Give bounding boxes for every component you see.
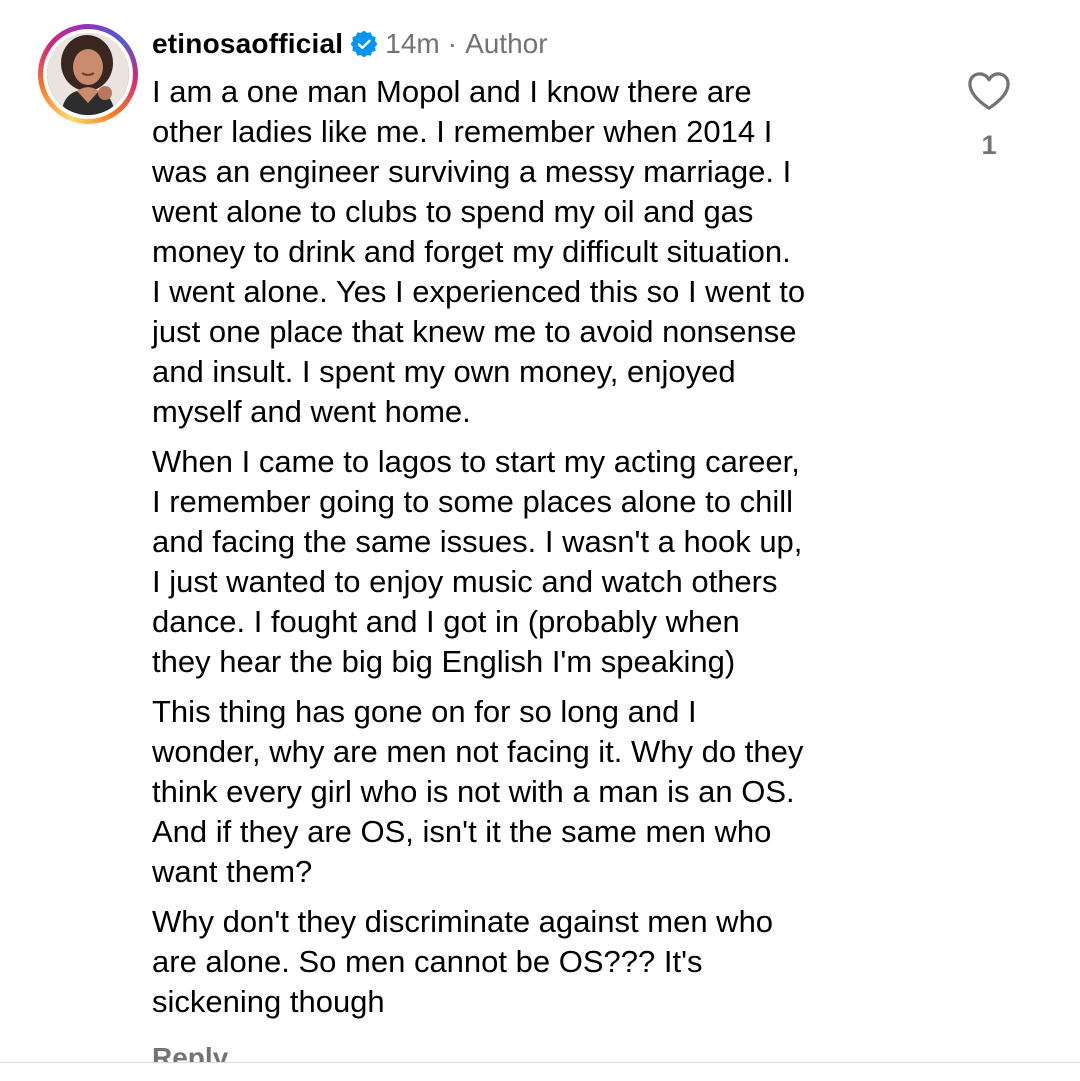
- comment-header: etinosaofficial 14m · Author: [152, 26, 548, 62]
- comment-paragraph: I am a one man Mopol and I know there ar…: [152, 74, 806, 429]
- username[interactable]: etinosaofficial: [152, 28, 343, 60]
- divider: [0, 1062, 1080, 1081]
- comment-time: 14m: [385, 28, 440, 59]
- avatar-photo: [47, 33, 129, 115]
- like-count: 1: [981, 130, 997, 160]
- comment-paragraph: When I came to lagos to start my acting …: [152, 444, 803, 679]
- comment-paragraph: Why don't they discriminate against men …: [152, 904, 774, 1019]
- comment: etinosaofficial 14m · Author I am a one …: [0, 0, 1080, 1081]
- meta-separator: ·: [447, 28, 458, 59]
- heart-outline-icon: [968, 72, 1010, 110]
- author-label: Author: [465, 28, 548, 59]
- comment-paragraph: This thing has gone on for so long and I…: [152, 694, 804, 889]
- avatar-story-ring[interactable]: [38, 24, 138, 124]
- like-button[interactable]: [964, 70, 1014, 117]
- avatar[interactable]: [47, 33, 129, 115]
- comment-text: I am a one man Mopol and I know there ar…: [152, 72, 942, 1032]
- verified-badge-icon: [350, 30, 378, 58]
